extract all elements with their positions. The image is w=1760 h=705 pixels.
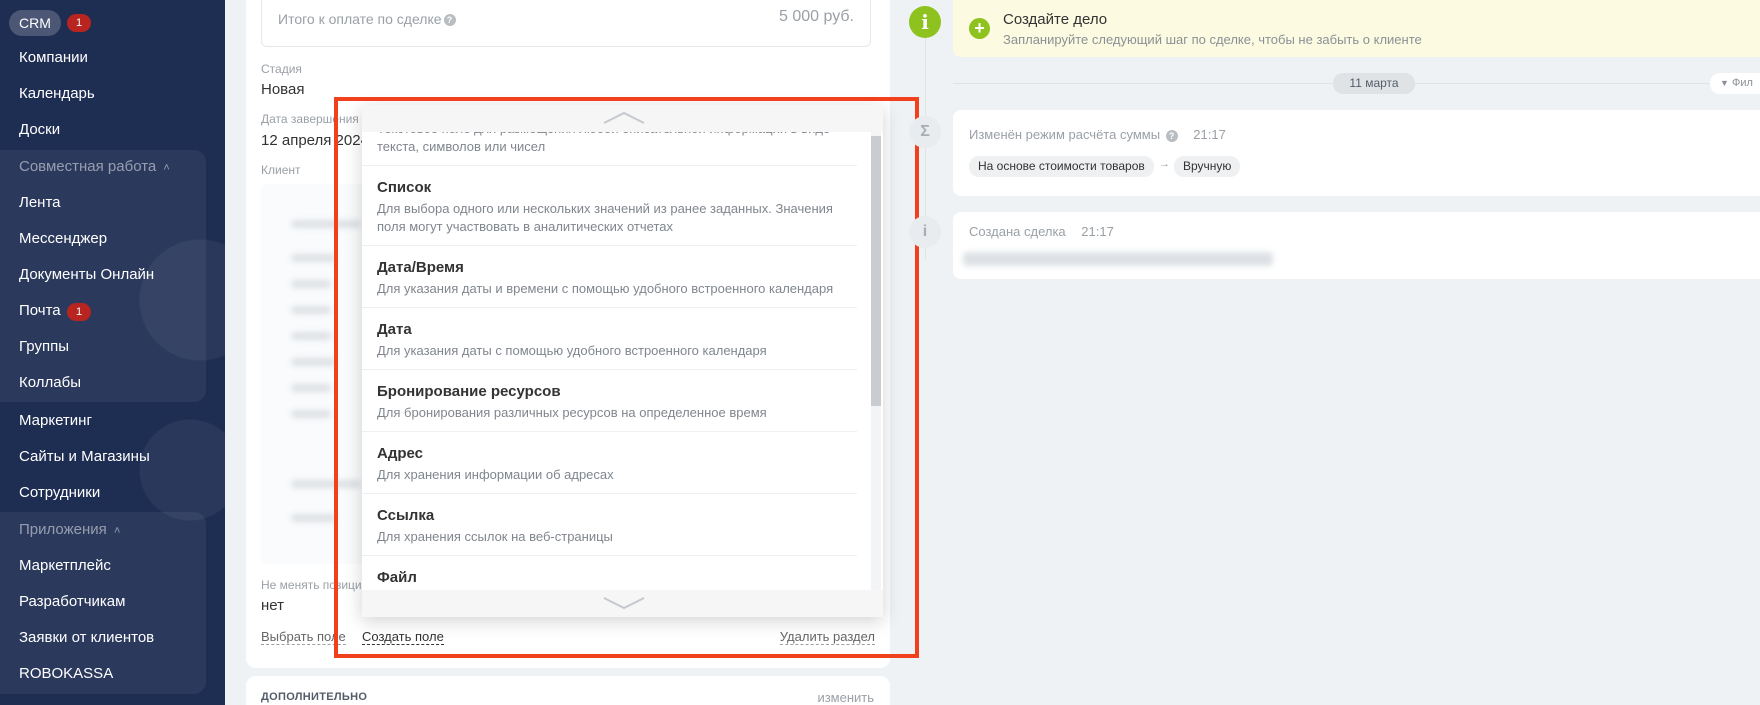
additional-section-title: ДОПОЛНИТЕЛЬНО	[261, 691, 368, 703]
filter-icon: ▼	[1720, 78, 1729, 88]
sidebar-item-boards[interactable]: Доски	[19, 121, 60, 138]
sidebar-group-apps-toggle[interactable]: Приложения ˄	[19, 521, 120, 538]
sidebar-item-feed[interactable]: Лента	[19, 194, 61, 211]
timeline-filter-label: Фил	[1731, 77, 1753, 89]
sidebar-group-apps-title: Приложения	[19, 521, 107, 538]
sidebar-item-sites-shops[interactable]: Сайты и Магазины	[19, 448, 150, 465]
dropdown-scroll-up[interactable]	[362, 105, 883, 132]
event-time: 21:17	[1081, 224, 1114, 239]
stage-value[interactable]: Новая	[261, 81, 304, 98]
plus-icon[interactable]: +	[969, 18, 990, 39]
event-blurred-content	[963, 252, 1273, 266]
sidebar-item-collabs[interactable]: Коллабы	[19, 374, 81, 391]
sidebar-item-messenger[interactable]: Мессенджер	[19, 230, 107, 247]
additional-section-card: ДОПОЛНИТЕЛЬНО изменить	[246, 676, 890, 705]
crm-counter-badge: 1	[67, 14, 91, 32]
sidebar-item-mail[interactable]: Почта	[19, 302, 61, 319]
chevron-up-icon	[603, 111, 645, 124]
deal-total-field: Итого к оплате по сделке? 5 000 руб.	[261, 0, 871, 47]
help-icon[interactable]: ?	[1165, 129, 1178, 142]
sidebar-item-docs-online[interactable]: Документы Онлайн	[19, 266, 154, 283]
event-title-text: Создана сделка	[969, 224, 1066, 239]
chevron-down-icon	[603, 597, 645, 610]
sidebar-item-marketplace[interactable]: Маркетплейс	[19, 557, 111, 574]
no-change-value[interactable]: нет	[261, 597, 284, 614]
sidebar-item-companies[interactable]: Компании	[19, 49, 88, 66]
stage-label: Стадия	[261, 62, 302, 76]
event-title: Создана сделка 21:17	[969, 224, 1114, 239]
annotation-highlight-frame	[334, 97, 919, 658]
mail-counter-badge: 1	[67, 303, 91, 321]
sidebar-item-crm[interactable]: CRM	[9, 10, 61, 36]
sigma-icon: Σ	[909, 116, 941, 148]
sidebar-item-marketing[interactable]: Маркетинг	[19, 412, 92, 429]
deal-total-label: Итого к оплате по сделке?	[278, 11, 456, 27]
help-icon[interactable]: ?	[443, 14, 456, 27]
create-todo-hint: Запланируйте следующий шаг по сделке, чт…	[1003, 32, 1422, 47]
info-icon: i	[909, 6, 941, 38]
event-title-text: Изменён режим расчёта суммы	[969, 127, 1161, 142]
additional-edit-link[interactable]: изменить	[817, 690, 874, 705]
arrow-right-icon: →	[1159, 158, 1170, 170]
sidebar-item-crm-label: CRM	[19, 15, 51, 31]
sidebar-item-robokassa[interactable]: ROBOKASSA	[19, 665, 113, 682]
create-todo-card[interactable]: + Создайте дело Запланируйте следующий ш…	[953, 0, 1760, 57]
timeline-filter-button[interactable]: ▼ Фил	[1710, 73, 1760, 94]
sidebar-item-calendar[interactable]: Календарь	[19, 85, 95, 102]
sidebar-group-collaboration-title: Совместная работа	[19, 158, 157, 175]
chevron-up-icon: ˄	[163, 162, 170, 174]
sidebar-item-groups[interactable]: Группы	[19, 338, 69, 355]
timeline-date-pill: 11 марта	[1333, 73, 1415, 94]
dropdown-scroll-down[interactable]	[362, 590, 883, 617]
event-to-chip: Вручную	[1174, 156, 1241, 177]
sidebar-item-client-requests[interactable]: Заявки от клиентов	[19, 629, 154, 646]
event-from-chip: На основе стоимости товаров	[969, 156, 1154, 177]
sidebar-item-employees[interactable]: Сотрудники	[19, 484, 100, 501]
client-label: Клиент	[261, 163, 301, 177]
deal-total-value: 5 000 руб.	[779, 8, 854, 25]
sidebar-group-collaboration-toggle[interactable]: Совместная работа ˄	[19, 158, 170, 175]
chevron-up-icon: ˄	[113, 525, 121, 537]
create-todo-title[interactable]: Создайте дело	[1003, 11, 1107, 28]
info-icon: i	[909, 216, 941, 248]
event-title: Изменён режим расчёта суммы ? 21:17	[969, 127, 1226, 142]
deal-total-label-text: Итого к оплате по сделке	[278, 11, 442, 27]
event-time: 21:17	[1193, 127, 1226, 142]
timeline-event-deal-created: Создана сделка 21:17	[953, 212, 1760, 279]
sidebar-item-developers[interactable]: Разработчикам	[19, 593, 125, 610]
sidebar: CRM 1 Компании Календарь Доски Совместна…	[0, 0, 225, 705]
timeline-event-sum-mode: Изменён режим расчёта суммы ? 21:17 На о…	[953, 110, 1760, 196]
